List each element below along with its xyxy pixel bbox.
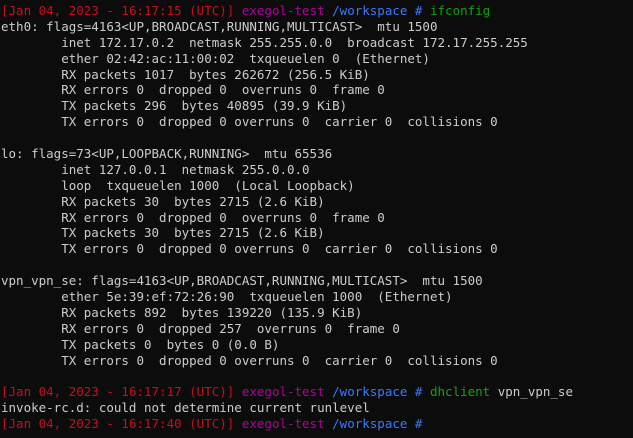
terminal-line: RX errors 0 dropped 0 overruns 0 frame 0 xyxy=(1,210,633,226)
output-text: RX packets 30 bytes 2715 (2.6 KiB) xyxy=(1,193,325,209)
output-text: TX errors 0 dropped 0 overruns 0 carrier… xyxy=(1,114,498,130)
terminal-window[interactable]: [Jan 04, 2023 - 16:17:15 (UTC)] exegol-t… xyxy=(0,0,633,438)
prompt-hostname: exegol-test xyxy=(234,3,325,18)
prompt-timestamp: Jan 04, 2023 - 16:17:40 (UTC) xyxy=(8,416,227,432)
terminal-line: TX packets 0 bytes 0 (0.0 B) xyxy=(1,337,633,353)
output-text: TX packets 0 bytes 0 (0.0 B) xyxy=(1,336,280,352)
command-text: ifconfig xyxy=(422,3,491,18)
terminal-line: ether 02:42:ac:11:00:02 txqueuelen 0 (Et… xyxy=(1,51,633,67)
terminal-line: lo: flags=73<UP,LOOPBACK,RUNNING> mtu 65… xyxy=(1,146,633,162)
terminal-line: [Jan 04, 2023 - 16:17:40 (UTC)] exegol-t… xyxy=(1,416,633,432)
prompt-path: /workspace # xyxy=(324,3,423,18)
output-text: RX packets 1017 bytes 262672 (256.5 KiB) xyxy=(1,66,370,82)
output-text: RX errors 0 dropped 0 overruns 0 frame 0 xyxy=(1,82,385,98)
terminal-line: eth0: flags=4163<UP,BROADCAST,RUNNING,MU… xyxy=(1,19,633,35)
output-text: invoke-rc.d: could not determine current… xyxy=(1,400,370,416)
terminal-line: TX errors 0 dropped 0 overruns 0 carrier… xyxy=(1,241,633,257)
output-text: lo: flags=73<UP,LOOPBACK,RUNNING> mtu 65… xyxy=(1,146,333,162)
prompt-timestamp: Jan 04, 2023 - 16:17:15 (UTC) xyxy=(8,3,227,18)
terminal-line: loop txqueuelen 1000 (Local Loopback) xyxy=(1,178,633,194)
prompt-hostname: exegol-test xyxy=(234,384,325,400)
command-argument: vpn_vpn_se xyxy=(490,384,573,400)
output-text: RX packets 892 bytes 139220 (135.9 KiB) xyxy=(1,304,363,320)
terminal-line: [Jan 04, 2023 - 16:17:17 (UTC)] exegol-t… xyxy=(1,384,633,400)
terminal-line: RX packets 1017 bytes 262672 (256.5 KiB) xyxy=(1,67,633,83)
terminal-line: ether 5e:39:ef:72:26:90 txqueuelen 1000 … xyxy=(1,289,633,305)
terminal-line: vpn_vpn_se: flags=4163<UP,BROADCAST,RUNN… xyxy=(1,273,633,289)
prompt-timestamp: Jan 04, 2023 - 16:17:17 (UTC) xyxy=(8,384,227,400)
prompt-path: /workspace # xyxy=(324,416,423,432)
prompt-path: /workspace # xyxy=(324,384,423,400)
terminal-line: RX errors 0 dropped 257 overruns 0 frame… xyxy=(1,321,633,337)
output-text: loop txqueuelen 1000 (Local Loopback) xyxy=(1,177,355,193)
terminal-line: inet 172.17.0.2 netmask 255.255.0.0 broa… xyxy=(1,35,633,51)
output-text: eth0: flags=4163<UP,BROADCAST,RUNNING,MU… xyxy=(1,18,438,34)
terminal-line: inet 127.0.0.1 netmask 255.0.0.0 xyxy=(1,162,633,178)
terminal-line: TX errors 0 dropped 0 overruns 0 carrier… xyxy=(1,353,633,369)
output-text: TX packets 30 bytes 2715 (2.6 KiB) xyxy=(1,225,325,241)
output-text: RX errors 0 dropped 257 overruns 0 frame… xyxy=(1,320,400,336)
output-text: TX packets 296 bytes 40895 (39.9 KiB) xyxy=(1,98,348,114)
output-text: vpn_vpn_se: flags=4163<UP,BROADCAST,RUNN… xyxy=(1,273,483,289)
prompt-hostname: exegol-test xyxy=(234,416,325,432)
terminal-line: RX packets 30 bytes 2715 (2.6 KiB) xyxy=(1,194,633,210)
output-text: inet 127.0.0.1 netmask 255.0.0.0 xyxy=(1,161,310,177)
terminal-line: [Jan 04, 2023 - 16:17:15 (UTC)] exegol-t… xyxy=(1,3,633,19)
prompt-bracket: [ xyxy=(1,3,9,18)
terminal-line: RX packets 892 bytes 139220 (135.9 KiB) xyxy=(1,305,633,321)
command-text: dhclient xyxy=(422,384,491,400)
output-text: RX errors 0 dropped 0 overruns 0 frame 0 xyxy=(1,209,385,225)
output-text: ether 5e:39:ef:72:26:90 txqueuelen 1000 … xyxy=(1,289,453,305)
prompt-bracket: [ xyxy=(1,416,9,432)
terminal-line: RX errors 0 dropped 0 overruns 0 frame 0 xyxy=(1,82,633,98)
terminal-line: invoke-rc.d: could not determine current… xyxy=(1,400,633,416)
terminal-line: TX packets 296 bytes 40895 (39.9 KiB) xyxy=(1,98,633,114)
terminal-line: TX packets 30 bytes 2715 (2.6 KiB) xyxy=(1,225,633,241)
output-text: TX errors 0 dropped 0 overruns 0 carrier… xyxy=(1,241,498,257)
output-text: TX errors 0 dropped 0 overruns 0 carrier… xyxy=(1,352,498,368)
output-text: inet 172.17.0.2 netmask 255.255.0.0 broa… xyxy=(1,34,528,50)
terminal-line: TX errors 0 dropped 0 overruns 0 carrier… xyxy=(1,114,633,130)
output-text: ether 02:42:ac:11:00:02 txqueuelen 0 (Et… xyxy=(1,50,430,66)
prompt-bracket: [ xyxy=(1,384,9,400)
